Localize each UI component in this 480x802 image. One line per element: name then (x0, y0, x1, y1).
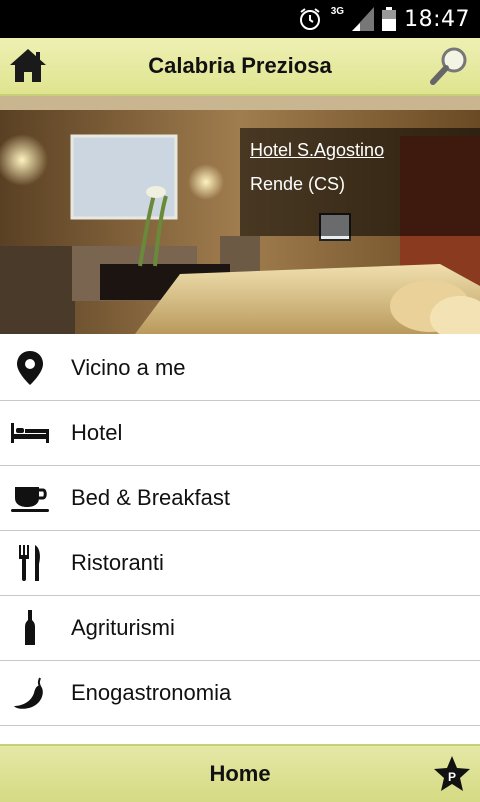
search-icon[interactable] (428, 44, 472, 88)
home-button[interactable]: Home (0, 746, 480, 802)
list-item-agriturismi[interactable]: Agriturismi (0, 596, 480, 661)
list-item-hotel[interactable]: Hotel (0, 401, 480, 466)
alarm-icon (299, 8, 320, 30)
hotel-caption: Hotel S.Agostino Rende (CS) (240, 128, 480, 236)
battery-icon (382, 7, 397, 31)
bed-icon (10, 413, 50, 453)
status-bar: 3G 18:47 (0, 0, 480, 38)
chili-pepper-icon (10, 673, 50, 713)
list-item-enogastronomia[interactable]: Enogastronomia (0, 661, 480, 726)
list-item-partial[interactable] (0, 726, 480, 742)
location-pin-icon (10, 348, 50, 388)
list-item-vicino-a-me[interactable]: Vicino a me (0, 336, 480, 401)
app-title: Calabria Preziosa (148, 53, 332, 78)
category-list: Vicino a me Hotel Bed & Breakfast Ristor… (0, 336, 480, 742)
clock: 18:47 (404, 6, 470, 32)
app-bar: Calabria Preziosa (0, 38, 480, 96)
partial-icon (10, 738, 50, 742)
star-badge-icon[interactable]: P (432, 754, 472, 794)
signal-icon (352, 7, 375, 31)
featured-hotel-banner[interactable]: Hotel S.Agostino Rende (CS) (0, 96, 480, 334)
list-item-label: Vicino a me (71, 355, 186, 380)
list-item-bed-breakfast[interactable]: Bed & Breakfast (0, 466, 480, 531)
list-item-label: Bed & Breakfast (71, 485, 230, 510)
bottom-bar: Home P (0, 744, 480, 802)
list-item-label: Hotel (71, 420, 123, 445)
hotel-city: Rende (CS) (250, 174, 346, 194)
hotel-name-link[interactable]: Hotel S.Agostino (250, 140, 384, 161)
coffee-cup-icon (10, 478, 50, 518)
list-item-ristoranti[interactable]: Ristoranti (0, 531, 480, 596)
list-item-label: Agriturismi (71, 615, 175, 640)
fork-knife-icon (10, 543, 50, 583)
wine-bottle-icon (10, 608, 50, 648)
badge-letter: P (448, 770, 456, 784)
list-item-label: Enogastronomia (71, 680, 232, 705)
list-item-label: Ristoranti (71, 550, 164, 575)
network-type-label: 3G (330, 6, 345, 17)
